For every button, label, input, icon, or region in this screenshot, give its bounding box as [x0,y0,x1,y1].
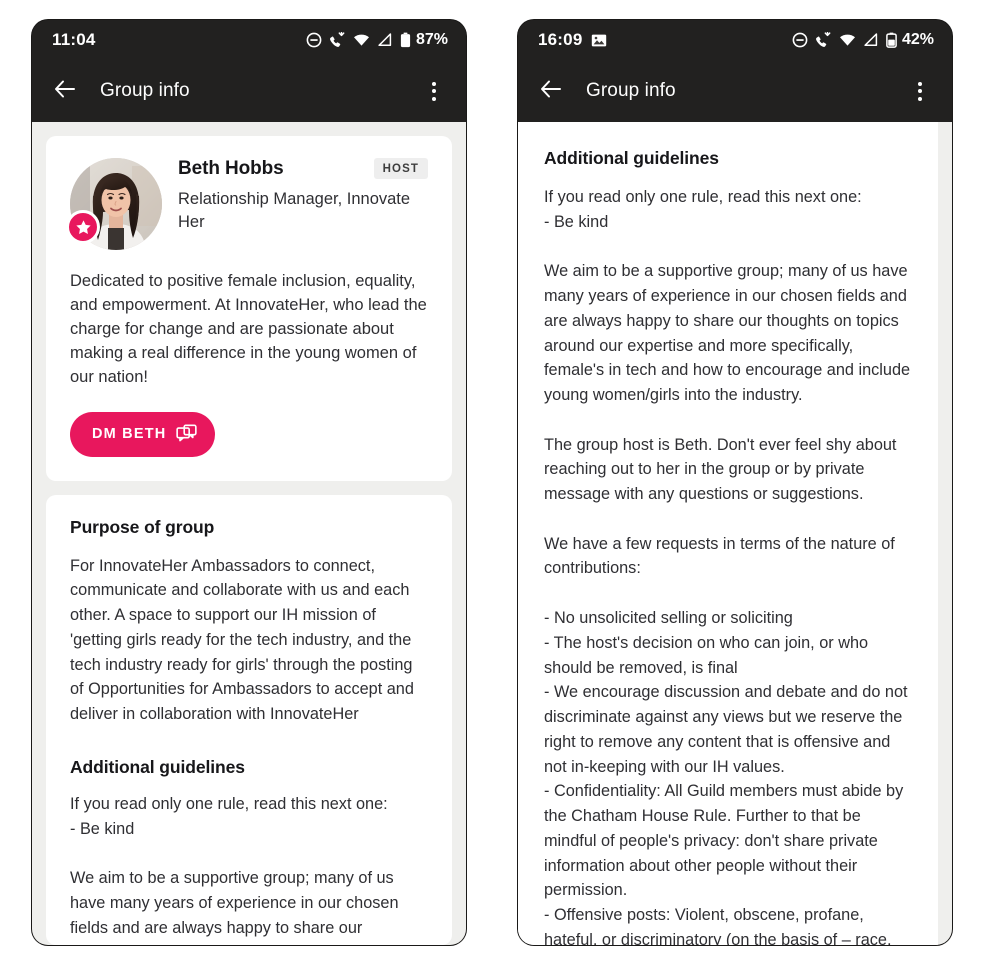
status-badge: HOST [373,158,428,179]
avatar-wrapper [66,158,162,250]
scroll-area[interactable]: Beth Hobbs HOST Relationship Manager, In… [32,122,466,945]
page-title: Group info [100,80,190,101]
status-bar-left: 11:04 [52,30,96,50]
section-body-guidelines: If you read only one rule, read this nex… [70,794,399,945]
status-clock: 11:04 [52,30,96,49]
app-bar: Group info [518,60,952,122]
back-arrow-icon[interactable] [538,76,564,107]
scroll-content: Additional guidelines If you read only o… [518,122,952,945]
star-icon [75,219,91,234]
missed-call-icon [815,32,832,48]
host-bio: Dedicated to positive female inclusion, … [70,272,427,386]
scroll-content: Beth Hobbs HOST Relationship Manager, In… [32,122,466,945]
section-title-guidelines: Additional guidelines [70,756,245,777]
more-options-icon[interactable] [422,79,446,103]
chat-bubbles-icon [176,424,198,445]
group-guidelines-card: Additional guidelines If you read only o… [518,122,938,945]
kebab-dot [432,96,436,101]
app-bar: Group info [32,60,466,122]
battery-icon [400,32,411,48]
status-clock: 16:09 [538,30,583,49]
section-title-guidelines: Additional guidelines [544,148,719,168]
wifi-icon [839,32,856,48]
group-details-card: Purpose of group For InnovateHer Ambassa… [46,494,452,945]
signal-icon [863,32,879,48]
host-star-badge [66,210,100,244]
do-not-disturb-icon [306,32,322,48]
right-phone-frame: 16:09 42% Group info Additional guidelin… [518,20,952,945]
host-role: Relationship Manager, Innovate Her [178,190,411,232]
host-profile-card: Beth Hobbs HOST Relationship Manager, In… [46,136,452,481]
name-row: Beth Hobbs HOST [178,158,428,180]
dm-beth-button[interactable]: DM BETH [70,411,216,457]
profile-row: Beth Hobbs HOST Relationship Manager, In… [66,158,428,250]
left-phone-frame: 11:04 87% Group info Beth Hobbs HOST Rel… [32,20,466,945]
battery-icon [886,32,897,48]
section-body-purpose: For InnovateHer Ambassadors to connect, … [70,556,414,724]
section-title-purpose: Purpose of group [70,516,215,537]
dm-button-row: DM BETH [70,411,428,457]
status-bar: 11:04 87% [32,20,466,60]
status-bar-right: 87% [306,31,448,49]
back-arrow-icon[interactable] [52,76,78,107]
more-options-icon[interactable] [908,79,932,103]
status-bar-left: 16:09 [538,30,607,50]
battery-percent: 42% [901,31,934,48]
battery-percent: 87% [415,31,448,48]
signal-icon [377,32,393,48]
do-not-disturb-icon [792,32,808,48]
status-bar-right: 42% [792,31,934,49]
kebab-dot [432,81,436,86]
host-name: Beth Hobbs [178,158,284,179]
kebab-dot [918,96,922,101]
two-phone-screenshot-comparison: 11:04 87% Group info Beth Hobbs HOST Rel… [0,0,1000,967]
screenshot-icon [591,33,607,48]
kebab-dot [918,81,922,86]
kebab-dot [918,89,922,93]
kebab-dot [432,89,436,93]
dm-button-label: DM BETH [92,426,167,443]
profile-details: Beth Hobbs HOST Relationship Manager, In… [178,158,428,235]
section-body-guidelines: If you read only one rule, read this nex… [544,188,911,945]
missed-call-icon [329,32,346,48]
page-title: Group info [586,80,676,101]
scroll-area[interactable]: Additional guidelines If you read only o… [518,122,952,945]
wifi-icon [353,32,370,48]
status-bar: 16:09 42% [518,20,952,60]
